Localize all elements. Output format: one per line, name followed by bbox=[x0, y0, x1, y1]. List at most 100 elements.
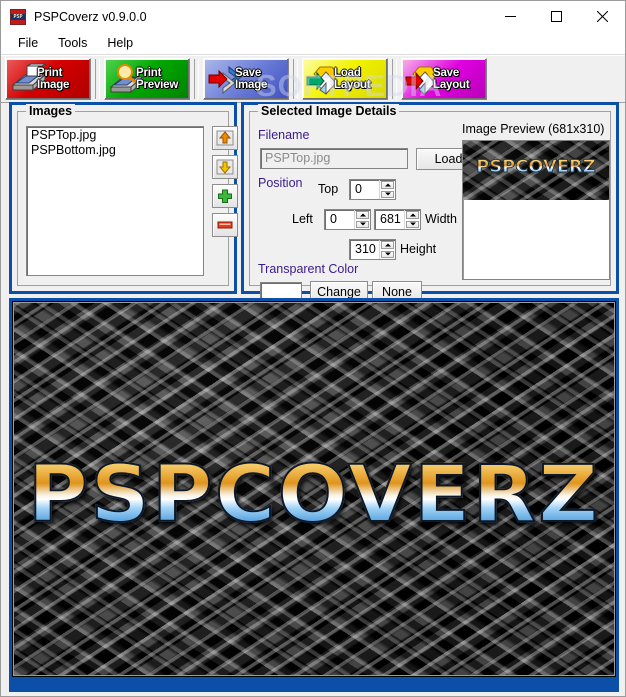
print-preview-button[interactable]: Print Preview bbox=[104, 58, 190, 100]
save-layout-line2: Layout bbox=[433, 79, 470, 91]
toolbar-separator-4 bbox=[392, 59, 397, 99]
app-icon-text: PSP bbox=[13, 13, 23, 20]
details-group-title: Selected Image Details bbox=[258, 104, 400, 118]
left-decrement-button[interactable] bbox=[356, 220, 369, 228]
canvas-logo-text: PSPCOVERZ bbox=[14, 452, 614, 538]
print-image-face: Print Image bbox=[7, 60, 89, 98]
top-stepper[interactable]: 0 bbox=[349, 179, 396, 200]
save-layout-button[interactable]: Save Layout bbox=[401, 58, 487, 100]
save-image-button[interactable]: Save Image bbox=[203, 58, 289, 100]
width-stepper[interactable]: 681 bbox=[374, 209, 421, 230]
transparent-color-label: Transparent Color bbox=[258, 262, 359, 276]
details-groupbox: Selected Image Details Filename PSPTop.j… bbox=[249, 104, 611, 302]
left-label: Left bbox=[292, 212, 313, 226]
filename-label: Filename bbox=[258, 128, 310, 142]
save-image-face: Save Image bbox=[205, 60, 287, 98]
menu-item-tools[interactable]: Tools bbox=[49, 34, 96, 52]
app-icon: PSP bbox=[10, 8, 26, 25]
move-up-button[interactable] bbox=[212, 126, 238, 150]
left-stepper-buttons bbox=[354, 210, 370, 229]
window-controls bbox=[487, 1, 625, 32]
preview-logo-text: PSPCOVERZ bbox=[463, 157, 609, 178]
toolbar-separator-3 bbox=[293, 59, 298, 99]
print-image-line1: Print bbox=[37, 67, 63, 79]
print-preview-label: Print Preview bbox=[136, 62, 186, 96]
image-preview-title: Image Preview (681x310) bbox=[462, 122, 605, 136]
layout-canvas[interactable]: PSPCOVERZ bbox=[9, 298, 619, 680]
width-value[interactable]: 681 bbox=[375, 210, 404, 229]
load-layout-button[interactable]: Load Layout bbox=[302, 58, 388, 100]
window-title: PSPCoverz v0.9.0.0 bbox=[34, 9, 147, 24]
top-decrement-button[interactable] bbox=[381, 190, 394, 198]
close-button[interactable] bbox=[579, 1, 625, 32]
position-label: Position bbox=[258, 176, 303, 190]
images-panel: Images PSPTop.jpg PSPBottom.jpg bbox=[9, 102, 238, 294]
height-stepper[interactable]: 310 bbox=[349, 239, 396, 260]
print-image-label: Print Image bbox=[37, 62, 87, 96]
app-window: PSP PSPCoverz v0.9.0.0 File Tools Help P… bbox=[0, 0, 626, 697]
height-stepper-buttons bbox=[379, 240, 395, 259]
toolbar-separator-1 bbox=[95, 59, 100, 99]
save-layout-line1: Save bbox=[433, 67, 460, 79]
menu-bar: File Tools Help bbox=[1, 32, 625, 55]
save-image-line2: Image bbox=[235, 79, 268, 91]
arrow-up-icon bbox=[216, 130, 234, 146]
image-preview-box[interactable]: PSPCOVERZ bbox=[462, 140, 610, 280]
top-stepper-buttons bbox=[379, 180, 395, 199]
list-item[interactable]: PSPBottom.jpg bbox=[29, 143, 201, 158]
load-layout-face: Load Layout bbox=[304, 60, 386, 98]
load-layout-label: Load Layout bbox=[334, 62, 384, 96]
minimize-icon bbox=[504, 16, 516, 17]
move-down-button[interactable] bbox=[212, 155, 238, 179]
app-icon-bottom-bar bbox=[11, 19, 25, 24]
top-label: Top bbox=[318, 182, 339, 196]
title-bar: PSP PSPCoverz v0.9.0.0 bbox=[1, 1, 625, 32]
list-item[interactable]: PSPTop.jpg bbox=[29, 128, 201, 143]
toolbar-separator-2 bbox=[194, 59, 199, 99]
height-increment-button[interactable] bbox=[381, 241, 394, 249]
images-listbox[interactable]: PSPTop.jpg PSPBottom.jpg bbox=[26, 126, 204, 276]
filename-field[interactable]: PSPTop.jpg bbox=[260, 148, 408, 169]
load-layout-line1: Load bbox=[334, 67, 361, 79]
image-preview-thumbnail: PSPCOVERZ bbox=[463, 141, 609, 200]
images-side-buttons bbox=[212, 126, 238, 242]
remove-image-button[interactable] bbox=[212, 213, 238, 237]
arrow-down-icon bbox=[216, 159, 234, 175]
left-value[interactable]: 0 bbox=[325, 210, 354, 229]
save-image-label: Save Image bbox=[235, 62, 285, 96]
left-increment-button[interactable] bbox=[356, 211, 369, 219]
images-group-title: Images bbox=[26, 104, 76, 118]
menu-item-file[interactable]: File bbox=[9, 34, 47, 52]
close-icon bbox=[596, 11, 608, 22]
height-label: Height bbox=[400, 242, 437, 256]
toolbar: Print Image Print Preview Save Image Loa… bbox=[1, 55, 625, 103]
save-layout-label: Save Layout bbox=[433, 62, 483, 96]
top-increment-button[interactable] bbox=[381, 181, 394, 189]
panels-area: Images PSPTop.jpg PSPBottom.jpg Selected… bbox=[1, 102, 625, 302]
canvas-surface[interactable]: PSPCOVERZ bbox=[13, 302, 615, 676]
save-image-line1: Save bbox=[235, 67, 262, 79]
minus-icon bbox=[217, 221, 233, 229]
print-preview-line2: Preview bbox=[136, 79, 179, 91]
width-increment-button[interactable] bbox=[406, 211, 419, 219]
menu-item-help[interactable]: Help bbox=[98, 34, 142, 52]
height-decrement-button[interactable] bbox=[381, 250, 394, 258]
print-image-button[interactable]: Print Image bbox=[5, 58, 91, 100]
width-label: Width bbox=[425, 212, 457, 226]
selected-image-details-panel: Selected Image Details Filename PSPTop.j… bbox=[241, 102, 619, 302]
add-image-button[interactable] bbox=[212, 184, 238, 208]
left-stepper[interactable]: 0 bbox=[324, 209, 371, 230]
plus-icon bbox=[218, 189, 232, 203]
print-image-line2: Image bbox=[37, 79, 70, 91]
print-preview-line1: Print bbox=[136, 67, 162, 79]
maximize-button[interactable] bbox=[533, 1, 579, 32]
minimize-button[interactable] bbox=[487, 1, 533, 32]
height-value[interactable]: 310 bbox=[350, 240, 379, 259]
maximize-icon bbox=[550, 11, 562, 22]
top-value[interactable]: 0 bbox=[350, 180, 379, 199]
canvas-bottom-border bbox=[9, 680, 619, 692]
print-preview-face: Print Preview bbox=[106, 60, 188, 98]
width-decrement-button[interactable] bbox=[406, 220, 419, 228]
width-stepper-buttons bbox=[404, 210, 420, 229]
save-layout-face: Save Layout bbox=[403, 60, 485, 98]
